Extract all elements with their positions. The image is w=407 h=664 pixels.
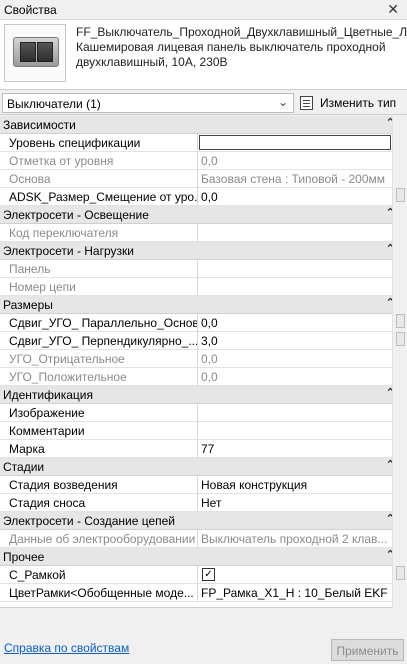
property-name: Отметка от уровня [0,152,198,169]
property-value[interactable] [199,404,391,421]
property-name: ЦветРамки<Обобщенные моде... [0,584,198,601]
category-filter-value: Выключатели (1) [7,97,101,111]
property-name: УГО_Отрицательное [0,350,198,367]
section-title: Зависимости [3,118,76,132]
section-header-constraints[interactable]: Зависимости ⌃ [0,116,407,134]
window-title: Свойства [4,3,57,17]
property-name: Стадия возведения [0,476,198,493]
property-row: Панель [0,260,407,278]
property-value[interactable]: 0,0 [199,188,391,205]
property-row[interactable]: Стадия возведения Новая конструкция [0,476,407,494]
category-filter-dropdown[interactable]: Выключатели (1) ⌄ [2,93,294,113]
property-row[interactable]: Стадия сноса Нет [0,494,407,512]
property-value: 0,0 [201,370,218,384]
property-row[interactable]: Уровень спецификации [0,134,407,152]
property-row[interactable]: ЦветРамки<Обобщенные моде... FP_Рамка_X1… [0,584,407,602]
switch-thumbnail-icon [4,24,66,82]
property-value[interactable]: Нет [199,494,391,511]
type-preview: FF_Выключатель_Проходной_Двухклавишный_Ц… [0,20,407,90]
property-name: Уровень спецификации [0,134,198,151]
titlebar: Свойства ✕ [0,0,407,20]
vertical-scrollbar[interactable] [392,116,407,608]
section-header-loads[interactable]: Электросети - Нагрузки ⌃ [0,242,407,260]
property-name: Изображение [0,404,198,421]
section-title: Электросети - Нагрузки [3,244,134,258]
property-row[interactable]: Марка 77 [0,440,407,458]
section-title: Идентификация [3,388,93,402]
property-row[interactable]: С_Рамкой ✓ [0,566,407,584]
property-value[interactable] [199,422,391,439]
property-name: Панель [0,260,198,277]
property-value: 0,0 [201,352,218,366]
edit-type-label: Изменить тип [320,96,397,110]
property-name: Код переключателя [0,224,198,241]
footer: Справка по свойствам Применить [0,609,407,664]
property-row[interactable]: Сдвиг_УГО_ Параллельно_Основе 0,0 [0,314,407,332]
property-name: УГО_Положительное [0,368,198,385]
property-value: Базовая стена : Типовой - 200мм [201,172,386,186]
property-name: Основа [0,170,198,187]
chevron-down-icon: ⌄ [277,95,288,109]
property-name: ADSK_Размер_Смещение от уро... [0,188,198,205]
property-row[interactable]: Изображение [0,404,407,422]
property-row: Данные об электрооборудовании Выключател… [0,530,407,548]
property-value-input[interactable] [199,135,391,150]
property-row[interactable]: Комментарии [0,422,407,440]
type-name: FF_Выключатель_Проходной_Двухклавишный_Ц… [76,25,407,70]
type-description: Кашемировая лицевая панель выключатель п… [76,40,386,69]
frame-checkbox[interactable]: ✓ [202,568,215,581]
property-row: Код переключателя [0,224,407,242]
property-value[interactable]: 0,0 [199,314,391,331]
section-header-identity[interactable]: Идентификация ⌃ [0,386,407,404]
edit-type-button[interactable]: Изменить тип [300,93,404,113]
property-value[interactable]: 3,0 [199,332,391,349]
properties-grid: Зависимости ⌃ Уровень спецификации Отмет… [0,116,407,608]
property-name: С_Рамкой [0,566,198,583]
section-header-circuits[interactable]: Электросети - Создание цепей ⌃ [0,512,407,530]
property-row: УГО_Положительное 0,0 [0,368,407,386]
section-title: Прочее [3,550,45,564]
property-value: Выключатель проходной 2 клав... [201,532,388,546]
section-title: Размеры [3,298,53,312]
section-header-other[interactable]: Прочее ⌃ [0,548,407,566]
property-row: Основа Базовая стена : Типовой - 200мм [0,170,407,188]
property-row: УГО_Отрицательное 0,0 [0,350,407,368]
property-value: ✓ [199,566,391,583]
property-name: Стадия сноса [0,494,198,511]
selector-row: Выключатели (1) ⌄ Изменить тип [0,91,407,115]
property-row: Отметка от уровня 0,0 [0,152,407,170]
property-name: Марка [0,440,198,457]
property-value[interactable]: Новая конструкция [199,476,391,493]
edit-type-icon [300,96,313,110]
property-row[interactable]: ADSK_Размер_Смещение от уро... 0,0 [0,188,407,206]
section-header-phasing[interactable]: Стадии ⌃ [0,458,407,476]
property-value: 0,0 [201,154,218,168]
section-header-dimensions[interactable]: Размеры ⌃ [0,296,407,314]
section-title: Стадии [3,460,45,474]
apply-button[interactable]: Применить [331,639,404,661]
property-name: Данные об электрооборудовании [0,530,198,547]
property-value[interactable]: FP_Рамка_X1_H : 10_Белый EKF P... [199,584,391,601]
property-name: Сдвиг_УГО_ Перпендикулярно_... [0,332,198,349]
property-value [199,224,391,241]
property-name: Комментарии [0,422,198,439]
section-title: Электросети - Создание цепей [3,514,176,528]
property-value [199,278,391,295]
property-name: Сдвиг_УГО_ Параллельно_Основе [0,314,198,331]
property-value [199,260,391,277]
section-title: Электросети - Освещение [3,208,149,222]
property-value[interactable]: 77 [199,440,391,457]
section-header-lighting[interactable]: Электросети - Освещение ⌃ [0,206,407,224]
help-link[interactable]: Справка по свойствам [4,641,129,655]
close-icon[interactable]: ✕ [387,1,399,18]
property-name: Номер цепи [0,278,198,295]
type-family-name: FF_Выключатель_Проходной_Двухклавишный_Ц… [76,25,407,39]
property-row[interactable]: Сдвиг_УГО_ Перпендикулярно_... 3,0 [0,332,407,350]
property-row: Номер цепи [0,278,407,296]
